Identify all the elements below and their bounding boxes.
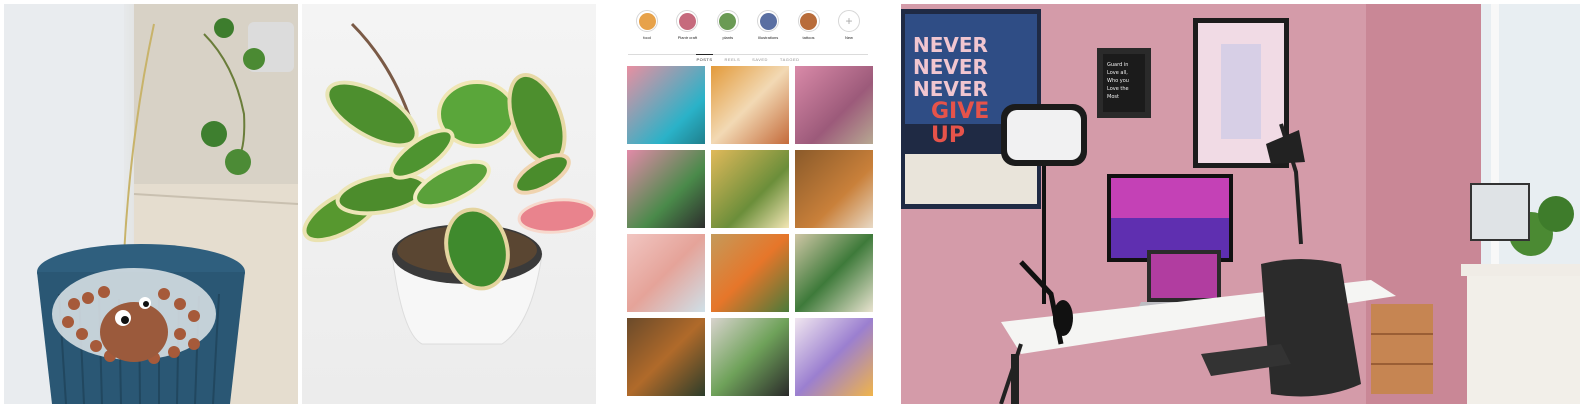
highlight-illustrations[interactable]: Illustrations — [751, 10, 785, 40]
highlight-cover — [800, 12, 818, 30]
tab-posts[interactable]: POSTS — [696, 54, 713, 64]
post-grid — [627, 66, 873, 396]
poster-word: NEVER — [913, 77, 988, 101]
post-thumbnail[interactable] — [711, 150, 789, 228]
highlight-plants[interactable]: plants — [711, 10, 745, 40]
highlight-label: tattoos — [802, 35, 815, 40]
post-thumbnail[interactable] — [795, 234, 873, 312]
story-highlights: food Plantr craft plants Illustrations t… — [630, 10, 866, 40]
post-thumbnail[interactable] — [711, 318, 789, 396]
sign-line: Most — [1107, 94, 1119, 100]
hoya-illustration — [302, 22, 596, 345]
desk-illustration: NEVER NEVER NEVER GIVE UP Guard in Love … — [901, 4, 1580, 404]
post-thumbnail[interactable] — [627, 66, 705, 144]
instagram-profile-screenshot: food Plantr craft plants Illustrations t… — [600, 4, 896, 404]
post-thumbnail[interactable] — [711, 66, 789, 144]
highlight-label: New — [844, 35, 853, 40]
post-thumbnail[interactable] — [711, 234, 789, 312]
sign-line: Who you — [1107, 78, 1129, 84]
poster-word: GIVE — [931, 99, 989, 124]
post-thumbnail[interactable] — [795, 66, 873, 144]
poster-word: NEVER — [913, 33, 988, 57]
highlight-cover — [678, 12, 696, 30]
plant-pot-illustration — [4, 4, 298, 404]
highlight-label: plants — [722, 35, 734, 40]
poster-word: NEVER — [913, 55, 988, 79]
highlight-cover — [638, 12, 656, 30]
photo-desk-setup: NEVER NEVER NEVER GIVE UP Guard in Love … — [901, 4, 1580, 404]
poster-word: UP — [931, 123, 965, 148]
highlight-label: Plantr craft — [677, 35, 698, 40]
highlight-new[interactable]: + New — [832, 10, 866, 40]
photo-collage: food Plantr craft plants Illustrations t… — [0, 0, 1584, 408]
highlight-cover — [759, 12, 777, 30]
highlight-label: food — [643, 35, 651, 40]
post-thumbnail[interactable] — [627, 318, 705, 396]
highlight-cover — [719, 12, 737, 30]
photo-hoya-plant — [302, 4, 596, 404]
tab-reels[interactable]: REELS — [725, 55, 741, 64]
photo-plant-googly-eyes — [4, 4, 298, 404]
sign-line: Love the — [1107, 86, 1129, 92]
highlight-food[interactable]: food — [630, 10, 664, 40]
tab-saved[interactable]: SAVED — [752, 55, 768, 64]
sign-line: Love all, — [1107, 70, 1128, 76]
highlight-plantr-craft[interactable]: Plantr craft — [670, 10, 704, 40]
post-thumbnail[interactable] — [627, 150, 705, 228]
post-thumbnail[interactable] — [795, 150, 873, 228]
highlight-label: Illustrations — [758, 35, 779, 40]
sign-line: Guard in — [1107, 62, 1128, 68]
post-thumbnail[interactable] — [795, 318, 873, 396]
tab-tagged[interactable]: TAGGED — [780, 55, 800, 64]
post-thumbnail[interactable] — [627, 234, 705, 312]
plus-icon: + — [845, 14, 853, 28]
profile-tabs: POSTS REELS SAVED TAGGED — [628, 54, 868, 64]
highlight-tattoos[interactable]: tattoos — [792, 10, 826, 40]
